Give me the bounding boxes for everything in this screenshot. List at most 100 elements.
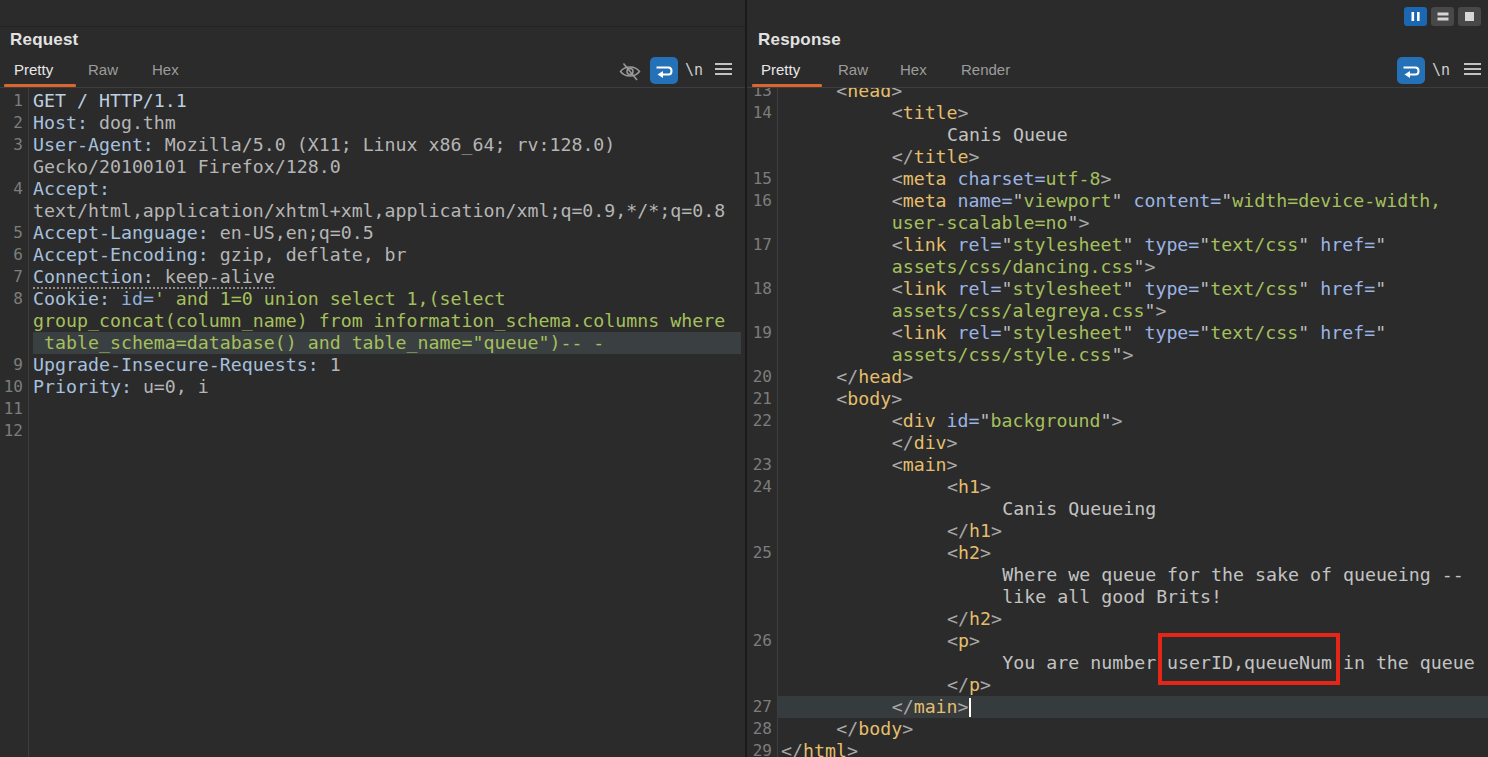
code-line[interactable]: <p> [947, 630, 980, 652]
code-line[interactable]: <h2> [947, 542, 991, 564]
code-line[interactable]: </body> [836, 718, 913, 740]
line-number: 3 [0, 134, 23, 156]
newline-toggle[interactable]: \n [685, 61, 703, 79]
code-line[interactable]: Connection: keep-alive [33, 266, 275, 288]
code-line[interactable]: </h1> [947, 520, 1002, 542]
line-number: 24 [747, 476, 772, 498]
line-number: 16 [747, 190, 772, 212]
request-menu-icon[interactable] [712, 60, 734, 78]
response-header: Response Pretty Raw Hex Render \n [747, 0, 1488, 88]
code-line[interactable]: Canis Queueing [1002, 498, 1156, 520]
current-line-highlight [778, 696, 1488, 718]
response-panel: 13<head>14<title>Canis Queue</title>15<m… [747, 0, 1488, 757]
code-line[interactable]: <title> [892, 102, 969, 124]
maximize-layout-button[interactable] [1458, 7, 1481, 26]
response-active-tab-underline [752, 84, 822, 87]
request-panel: 1 GET / HTTP/1.1 2 Host: dog.thm 3 User-Agent… [0, 0, 745, 757]
line-number: 17 [747, 234, 772, 256]
code-line[interactable]: <link rel="stylesheet" type="text/css" h… [892, 234, 1387, 256]
code-line[interactable]: </main> [892, 696, 971, 718]
code-line[interactable]: </title> [892, 146, 980, 168]
line-number: 23 [747, 454, 772, 476]
line-number: 5 [0, 222, 23, 244]
tab-response-hex[interactable]: Hex [900, 61, 927, 78]
line-number: 28 [747, 718, 772, 740]
line-number: 21 [747, 388, 772, 410]
text-cursor [969, 698, 971, 717]
code-line[interactable]: GET / HTTP/1.1 [33, 90, 187, 112]
code-line[interactable]: <body> [836, 388, 902, 410]
code-line[interactable]: like all good Brits! [1002, 586, 1222, 608]
line-number: 26 [747, 630, 772, 652]
line-number: 7 [0, 266, 23, 288]
code-line[interactable]: Canis Queue [947, 124, 1068, 146]
code-line[interactable]: user-scalable=no"> [892, 212, 1090, 234]
code-line[interactable]: <div id="background"> [892, 410, 1123, 432]
response-gutter-separator [777, 88, 778, 757]
line-number: 22 [747, 410, 772, 432]
code-line[interactable]: </head> [836, 366, 913, 388]
request-header-topline [0, 26, 745, 27]
code-line[interactable]: </div> [892, 432, 958, 454]
word-wrap-button[interactable] [650, 57, 678, 84]
code-line[interactable]: Host: dog.thm [33, 112, 176, 134]
code-line[interactable]: </p> [947, 674, 991, 696]
code-line[interactable]: Cookie: id=' and 1=0 union select 1,(sel… [33, 288, 506, 310]
request-title: Request [10, 30, 78, 50]
code-line[interactable]: <meta name="viewport" content="width=dev… [892, 190, 1441, 212]
line-number: 10 [0, 376, 23, 398]
pause-layout-button[interactable] [1404, 7, 1427, 26]
code-line[interactable]: <meta charset=utf-8> [892, 168, 1112, 190]
code-line[interactable]: assets/css/style.css"> [892, 344, 1134, 366]
line-number: 11 [0, 398, 23, 420]
line-number: 27 [747, 696, 772, 718]
line-number: 6 [0, 244, 23, 266]
line-number: 8 [0, 288, 23, 310]
tab-response-render[interactable]: Render [961, 61, 1010, 78]
code-line[interactable]: Upgrade-Insecure-Requests: 1 [33, 354, 341, 376]
response-editor[interactable]: 13<head>14<title>Canis Queue</title>15<m… [747, 0, 1488, 757]
line-number: 14 [747, 102, 772, 124]
line-number: 19 [747, 322, 772, 344]
tab-request-hex[interactable]: Hex [152, 61, 179, 78]
tab-request-raw[interactable]: Raw [88, 61, 118, 78]
stacked-layout-button[interactable] [1431, 7, 1454, 26]
code-line[interactable]: text/html,application/xhtml+xml,applicat… [33, 200, 725, 222]
code-line[interactable]: <h1> [947, 476, 991, 498]
line-number: 25 [747, 542, 772, 564]
line-number: 1 [0, 90, 23, 112]
tab-request-pretty[interactable]: Pretty [14, 61, 53, 78]
code-line[interactable]: <main> [892, 454, 958, 476]
word-wrap-button[interactable] [1397, 57, 1425, 84]
newline-toggle[interactable]: \n [1432, 61, 1450, 79]
response-menu-icon[interactable] [1461, 60, 1483, 78]
line-number: 18 [747, 278, 772, 300]
code-line[interactable]: Accept-Encoding: gzip, deflate, br [33, 244, 407, 266]
line-number: 2 [0, 112, 23, 134]
request-editor[interactable]: 1 GET / HTTP/1.1 2 Host: dog.thm 3 User-Agent… [0, 0, 745, 757]
tab-response-pretty[interactable]: Pretty [761, 61, 800, 78]
line-number: 9 [0, 354, 23, 376]
code-line[interactable]: User-Agent: Mozilla/5.0 (X11; Linux x86_… [33, 134, 615, 156]
request-active-tab-underline [4, 84, 76, 87]
line-number: 29 [747, 740, 772, 757]
tab-response-raw[interactable]: Raw [838, 61, 868, 78]
code-line[interactable]: Accept: [33, 178, 110, 200]
highlight-box [1158, 633, 1340, 685]
code-line[interactable]: assets/css/alegreya.css"> [892, 300, 1167, 322]
code-line[interactable]: assets/css/dancing.css"> [892, 256, 1156, 278]
hide-nonprintable-icon[interactable] [616, 58, 644, 83]
code-line[interactable]: Gecko/20100101 Firefox/128.0 [33, 156, 341, 178]
code-line[interactable]: </h2> [947, 608, 1002, 630]
line-number: 15 [747, 168, 772, 190]
code-line[interactable]: Priority: u=0, i [33, 376, 209, 398]
code-line[interactable]: Where we queue for the sake of queueing … [1002, 564, 1463, 586]
code-line[interactable]: <link rel="stylesheet" type="text/css" h… [892, 278, 1387, 300]
code-line[interactable]: </html> [781, 740, 858, 757]
code-line[interactable]: Accept-Language: en-US,en;q=0.5 [33, 222, 374, 244]
code-line[interactable]: table_schema=database() and table_name="… [33, 332, 604, 354]
line-number: 12 [0, 420, 23, 442]
code-line[interactable]: <link rel="stylesheet" type="text/css" h… [892, 322, 1387, 344]
response-title: Response [758, 30, 841, 50]
code-line[interactable]: group_concat(column_name) from informati… [33, 310, 725, 332]
